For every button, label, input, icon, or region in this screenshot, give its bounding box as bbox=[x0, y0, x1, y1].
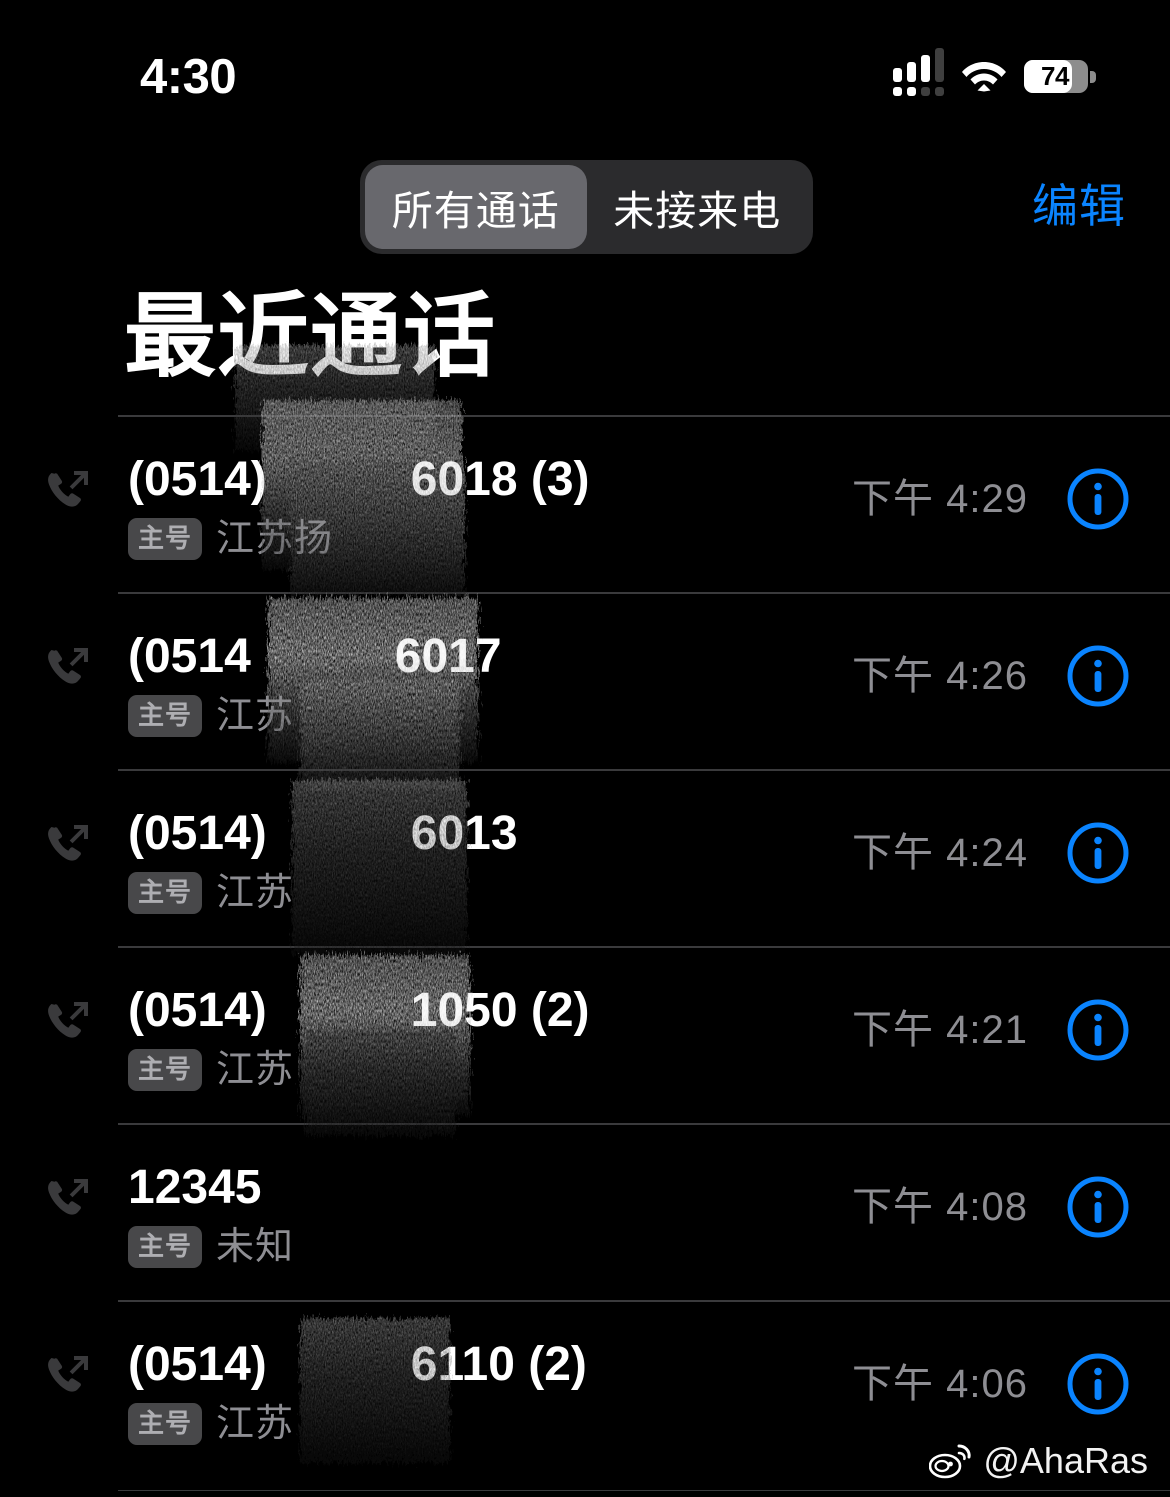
outgoing-call-icon bbox=[48, 825, 88, 861]
call-location: 江苏 bbox=[216, 872, 295, 914]
row-separator bbox=[118, 1300, 1170, 1302]
call-number: (0514) 6110 (2) bbox=[128, 1338, 587, 1391]
call-subtitle: 主号 江苏 bbox=[128, 871, 518, 915]
call-subtitle: 主号 未知 bbox=[128, 1225, 294, 1269]
call-location: 未知 bbox=[216, 1226, 295, 1268]
call-time: 下午 4:26 bbox=[852, 654, 1028, 698]
segment-all-calls[interactable]: 所有通话 bbox=[365, 165, 587, 249]
status-bar-indicators: 74 bbox=[893, 48, 1096, 99]
primary-number-badge: 主号 bbox=[128, 695, 203, 737]
primary-number-badge: 主号 bbox=[128, 1226, 203, 1268]
call-details: 12345 主号 未知 bbox=[128, 1159, 294, 1269]
weibo-logo-icon bbox=[929, 1444, 971, 1479]
row-separator bbox=[118, 769, 1170, 771]
phone-screen: 4:30 74 所有通话 未接来电 编辑 最近通话 (0514) 6018 (3… bbox=[0, 0, 1170, 1497]
status-bar-clock: 4:30 bbox=[140, 50, 237, 104]
nav-bar: 所有通话 未接来电 编辑 bbox=[0, 160, 1170, 260]
row-separator bbox=[118, 946, 1170, 948]
table-row[interactable]: (0514) 1050 (2) 主号 江苏 下午 4:21 bbox=[0, 946, 1170, 1123]
list-bottom-separator bbox=[118, 1489, 1170, 1491]
table-row[interactable]: 12345 主号 未知 下午 4:08 bbox=[0, 1123, 1170, 1300]
info-circle-icon[interactable] bbox=[1066, 998, 1130, 1062]
recent-calls-list: (0514) 6018 (3) 主号 江苏扬 下午 4:29 (0514 601… bbox=[0, 415, 1170, 1477]
call-location: 江苏 bbox=[216, 695, 295, 737]
info-circle-icon[interactable] bbox=[1066, 467, 1130, 531]
call-number: 12345 bbox=[128, 1161, 262, 1214]
row-separator bbox=[118, 1123, 1170, 1125]
call-time: 下午 4:24 bbox=[852, 831, 1028, 875]
call-details: (0514) 6013 主号 江苏 bbox=[128, 805, 518, 915]
call-subtitle: 主号 江苏 bbox=[128, 1402, 587, 1446]
call-time: 下午 4:21 bbox=[852, 1008, 1028, 1052]
watermark: @AhaRas bbox=[929, 1439, 1148, 1483]
call-time: 下午 4:29 bbox=[852, 477, 1028, 521]
call-filter-segmented-control[interactable]: 所有通话 未接来电 bbox=[360, 160, 813, 254]
outgoing-call-icon bbox=[48, 471, 88, 507]
battery-icon: 74 bbox=[1024, 59, 1096, 93]
battery-percent-label: 74 bbox=[1041, 60, 1069, 91]
outgoing-call-icon bbox=[48, 1002, 88, 1038]
row-separator bbox=[118, 415, 1170, 417]
row-separator bbox=[118, 592, 1170, 594]
call-subtitle: 主号 江苏 bbox=[128, 694, 502, 738]
edit-button[interactable]: 编辑 bbox=[1032, 174, 1126, 238]
call-subtitle: 主号 江苏扬 bbox=[128, 517, 590, 561]
call-number: (0514) 1050 (2) bbox=[128, 984, 590, 1037]
outgoing-call-icon bbox=[48, 1356, 88, 1392]
outgoing-call-icon bbox=[48, 648, 88, 684]
call-subtitle: 主号 江苏 bbox=[128, 1048, 590, 1092]
primary-number-badge: 主号 bbox=[128, 872, 203, 914]
watermark-handle: @AhaRas bbox=[983, 1440, 1148, 1481]
call-time: 下午 4:08 bbox=[852, 1185, 1028, 1229]
call-location: 江苏 bbox=[216, 1403, 295, 1445]
info-circle-icon[interactable] bbox=[1066, 1352, 1130, 1416]
table-row[interactable]: (0514) 6018 (3) 主号 江苏扬 下午 4:29 bbox=[0, 415, 1170, 592]
call-location: 江苏扬 bbox=[216, 518, 334, 560]
call-location: 江苏 bbox=[216, 1049, 295, 1091]
segment-missed-calls[interactable]: 未接来电 bbox=[587, 165, 809, 249]
call-details: (0514) 1050 (2) 主号 江苏 bbox=[128, 982, 590, 1092]
call-details: (0514 6017 主号 江苏 bbox=[128, 628, 502, 738]
table-row[interactable]: (0514 6017 主号 江苏 下午 4:26 bbox=[0, 592, 1170, 769]
info-circle-icon[interactable] bbox=[1066, 1175, 1130, 1239]
cellular-signal-icon bbox=[893, 48, 944, 96]
call-number: (0514) 6018 (3) bbox=[128, 453, 590, 506]
status-bar: 4:30 74 bbox=[0, 0, 1170, 130]
info-circle-icon[interactable] bbox=[1066, 644, 1130, 708]
primary-number-badge: 主号 bbox=[128, 1403, 203, 1445]
table-row[interactable]: (0514) 6013 主号 江苏 下午 4:24 bbox=[0, 769, 1170, 946]
info-circle-icon[interactable] bbox=[1066, 821, 1130, 885]
call-number: (0514) 6013 bbox=[128, 807, 518, 860]
call-details: (0514) 6110 (2) 主号 江苏 bbox=[128, 1336, 587, 1446]
call-number: (0514 6017 bbox=[128, 630, 502, 683]
outgoing-call-icon bbox=[48, 1179, 88, 1215]
primary-number-badge: 主号 bbox=[128, 518, 203, 560]
page-title: 最近通话 bbox=[124, 286, 497, 388]
wifi-icon bbox=[962, 62, 1006, 92]
primary-number-badge: 主号 bbox=[128, 1049, 203, 1091]
call-details: (0514) 6018 (3) 主号 江苏扬 bbox=[128, 451, 590, 561]
call-time: 下午 4:06 bbox=[852, 1362, 1028, 1406]
